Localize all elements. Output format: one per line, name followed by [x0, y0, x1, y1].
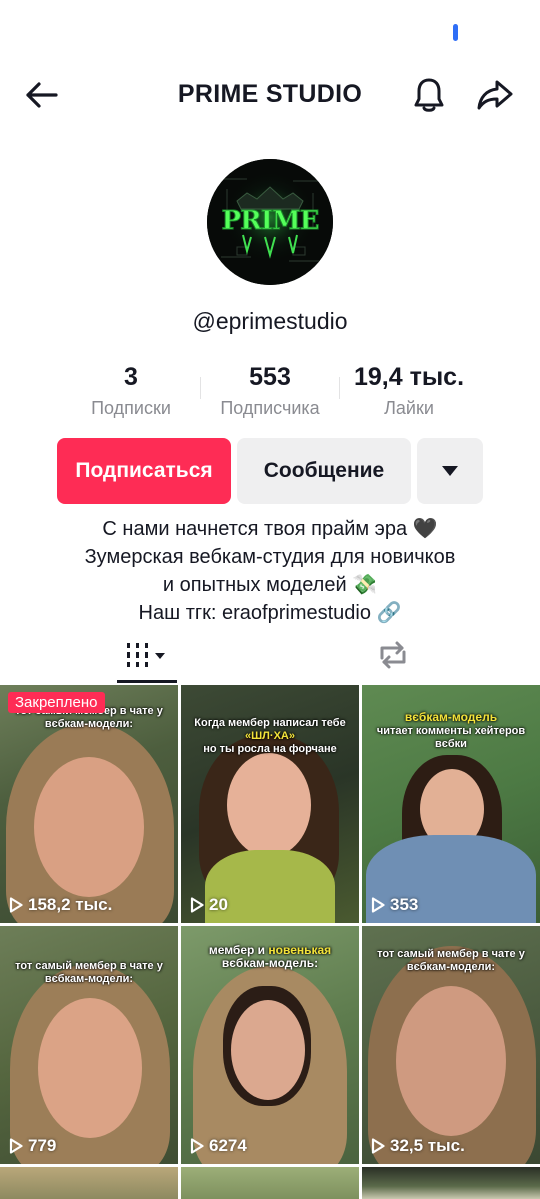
bio-line: и опытных моделей 💸 [162, 574, 378, 596]
bio-line: С нами начнется твоя прайм эра 🖤 [102, 518, 438, 540]
message-button[interactable]: Сообщение [237, 438, 411, 504]
view-count: 6274 [190, 1136, 247, 1156]
follow-button[interactable]: Подписаться [57, 438, 231, 504]
view-count: 32,5 тыс. [371, 1136, 465, 1156]
triangle-down-icon [442, 466, 458, 476]
play-icon [9, 897, 23, 913]
video-caption: тот самый мембер в чате у вєбкам-модели: [377, 948, 525, 973]
username: @eprimestudio [192, 308, 348, 334]
play-icon [371, 1138, 385, 1154]
video-thumbnail[interactable]: тот самый мембер в чате у вєбкам-модели:… [0, 685, 178, 923]
followers-count: 553 [249, 363, 291, 391]
followers-label: Подписчика [220, 398, 320, 418]
share-button[interactable] [472, 72, 518, 118]
profile-bio: С нами начнется твоя прайм эра 🖤 Зумерск… [0, 515, 540, 627]
video-thumbnail[interactable] [181, 1167, 359, 1199]
view-count-value: 353 [390, 895, 419, 914]
following-stat[interactable]: 3 Подписки [61, 362, 201, 419]
view-count-value: 32,5 тыс. [390, 1136, 465, 1155]
video-thumbnail[interactable]: Когда мембер написал тебе «ШЛ·ХА» но ты … [181, 685, 359, 923]
bell-icon [414, 78, 444, 112]
video-caption: мембер и новенькая вєбкам-модель: [208, 943, 332, 970]
following-count: 3 [124, 363, 138, 391]
reposts-icon [380, 641, 406, 669]
videos-grid: тот самый мембер в чате у вєбкам-модели:… [0, 685, 540, 1199]
view-count: 20 [190, 895, 228, 915]
tab-reposts[interactable] [363, 630, 423, 680]
play-icon [190, 1138, 204, 1154]
page-title: PRIME STUDIO [177, 80, 363, 108]
profile-header: PRIME STUDIO [0, 60, 540, 130]
bio-line: Зумерская вебкам-студия для новичков [84, 546, 456, 568]
video-thumbnail[interactable]: тот самый мембер в чате у вєбкам-модели:… [362, 926, 540, 1164]
avatar[interactable]: PRIME [207, 159, 333, 285]
notifications-button[interactable] [406, 72, 452, 118]
video-thumbnail[interactable] [362, 1167, 540, 1199]
play-icon [190, 897, 204, 913]
status-indicator [453, 24, 458, 41]
video-caption: вєбкам-модель читает комменты хейтеров в… [376, 710, 526, 751]
likes-label: Лайки [384, 398, 434, 418]
more-dropdown-button[interactable] [417, 438, 483, 504]
view-count-value: 779 [28, 1136, 57, 1155]
view-count-value: 6274 [209, 1136, 247, 1155]
video-thumbnail[interactable]: вєбкам-модель читает комменты хейтеров в… [362, 685, 540, 923]
likes-stat[interactable]: 19,4 тыс. Лайки [339, 362, 479, 419]
arrow-left-icon [26, 82, 58, 108]
play-icon [371, 897, 385, 913]
profile-tabs [0, 630, 540, 684]
view-count-value: 20 [209, 895, 228, 914]
profile-actions: Подписаться Сообщение [0, 438, 540, 504]
video-thumbnail[interactable] [0, 1167, 178, 1199]
play-icon [9, 1138, 23, 1154]
active-tab-indicator [117, 680, 177, 683]
tab-videos[interactable] [117, 630, 177, 680]
video-thumbnail[interactable]: тот самый мембер в чате у вєбкам-модели:… [0, 926, 178, 1164]
view-count: 779 [9, 1136, 56, 1156]
bio-link-line[interactable]: Наш тгк: eraofprimestudio 🔗 [0, 599, 540, 627]
pinned-badge: Закреплено [8, 692, 105, 713]
video-caption: Когда мембер написал тебе «ШЛ·ХА» но ты … [194, 717, 346, 755]
video-thumbnail[interactable]: мембер и новенькая вєбкам-модель: 6274 [181, 926, 359, 1164]
view-count-value: 158,2 тыс. [28, 895, 113, 914]
view-count: 158,2 тыс. [9, 895, 112, 915]
likes-count: 19,4 тыс. [353, 363, 465, 391]
followers-stat[interactable]: 553 Подписчика [200, 362, 340, 419]
videos-grid-icon [127, 643, 165, 667]
following-label: Подписки [91, 398, 171, 418]
profile-stats: 3 Подписки 553 Подписчика 19,4 тыс. Лайк… [0, 362, 540, 432]
share-arrow-icon [477, 80, 513, 110]
view-count: 353 [371, 895, 418, 915]
avatar-logo-text: PRIME [222, 206, 319, 236]
video-caption: тот самый мембер в чате у вєбкам-модели: [15, 960, 163, 985]
back-button[interactable] [18, 74, 64, 116]
